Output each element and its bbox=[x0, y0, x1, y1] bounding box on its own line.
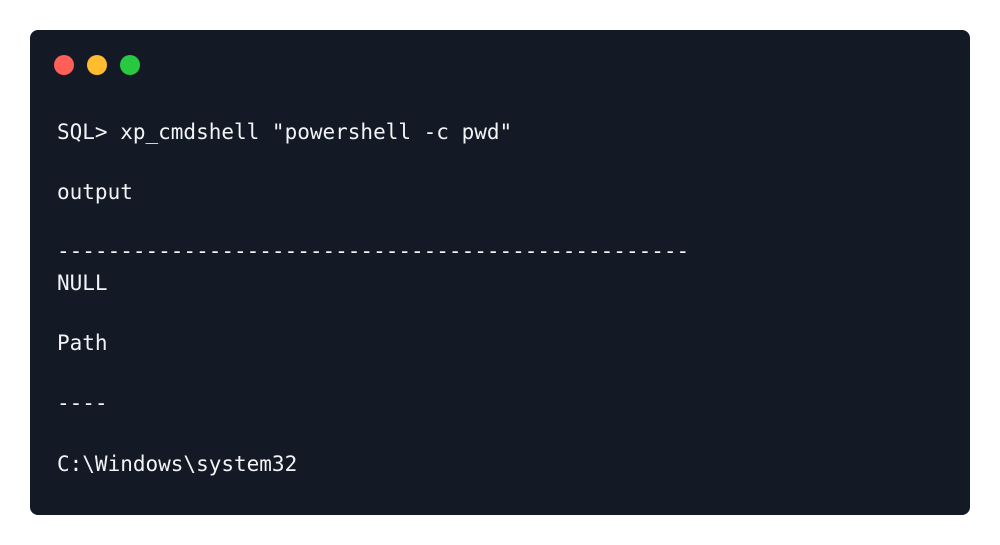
null-value: NULL bbox=[57, 271, 108, 295]
path-separator: ---- bbox=[57, 391, 108, 415]
terminal-output[interactable]: SQL> xp_cmdshell "powershell -c pwd" out… bbox=[57, 30, 950, 476]
command-line: SQL> xp_cmdshell "powershell -c pwd" bbox=[57, 120, 513, 144]
path-value: C:\Windows\system32 bbox=[57, 452, 298, 476]
path-header: Path bbox=[57, 331, 108, 355]
terminal-window: SQL> xp_cmdshell "powershell -c pwd" out… bbox=[30, 30, 970, 515]
separator-line: ----------------------------------------… bbox=[57, 239, 690, 263]
output-header: output bbox=[57, 180, 133, 204]
